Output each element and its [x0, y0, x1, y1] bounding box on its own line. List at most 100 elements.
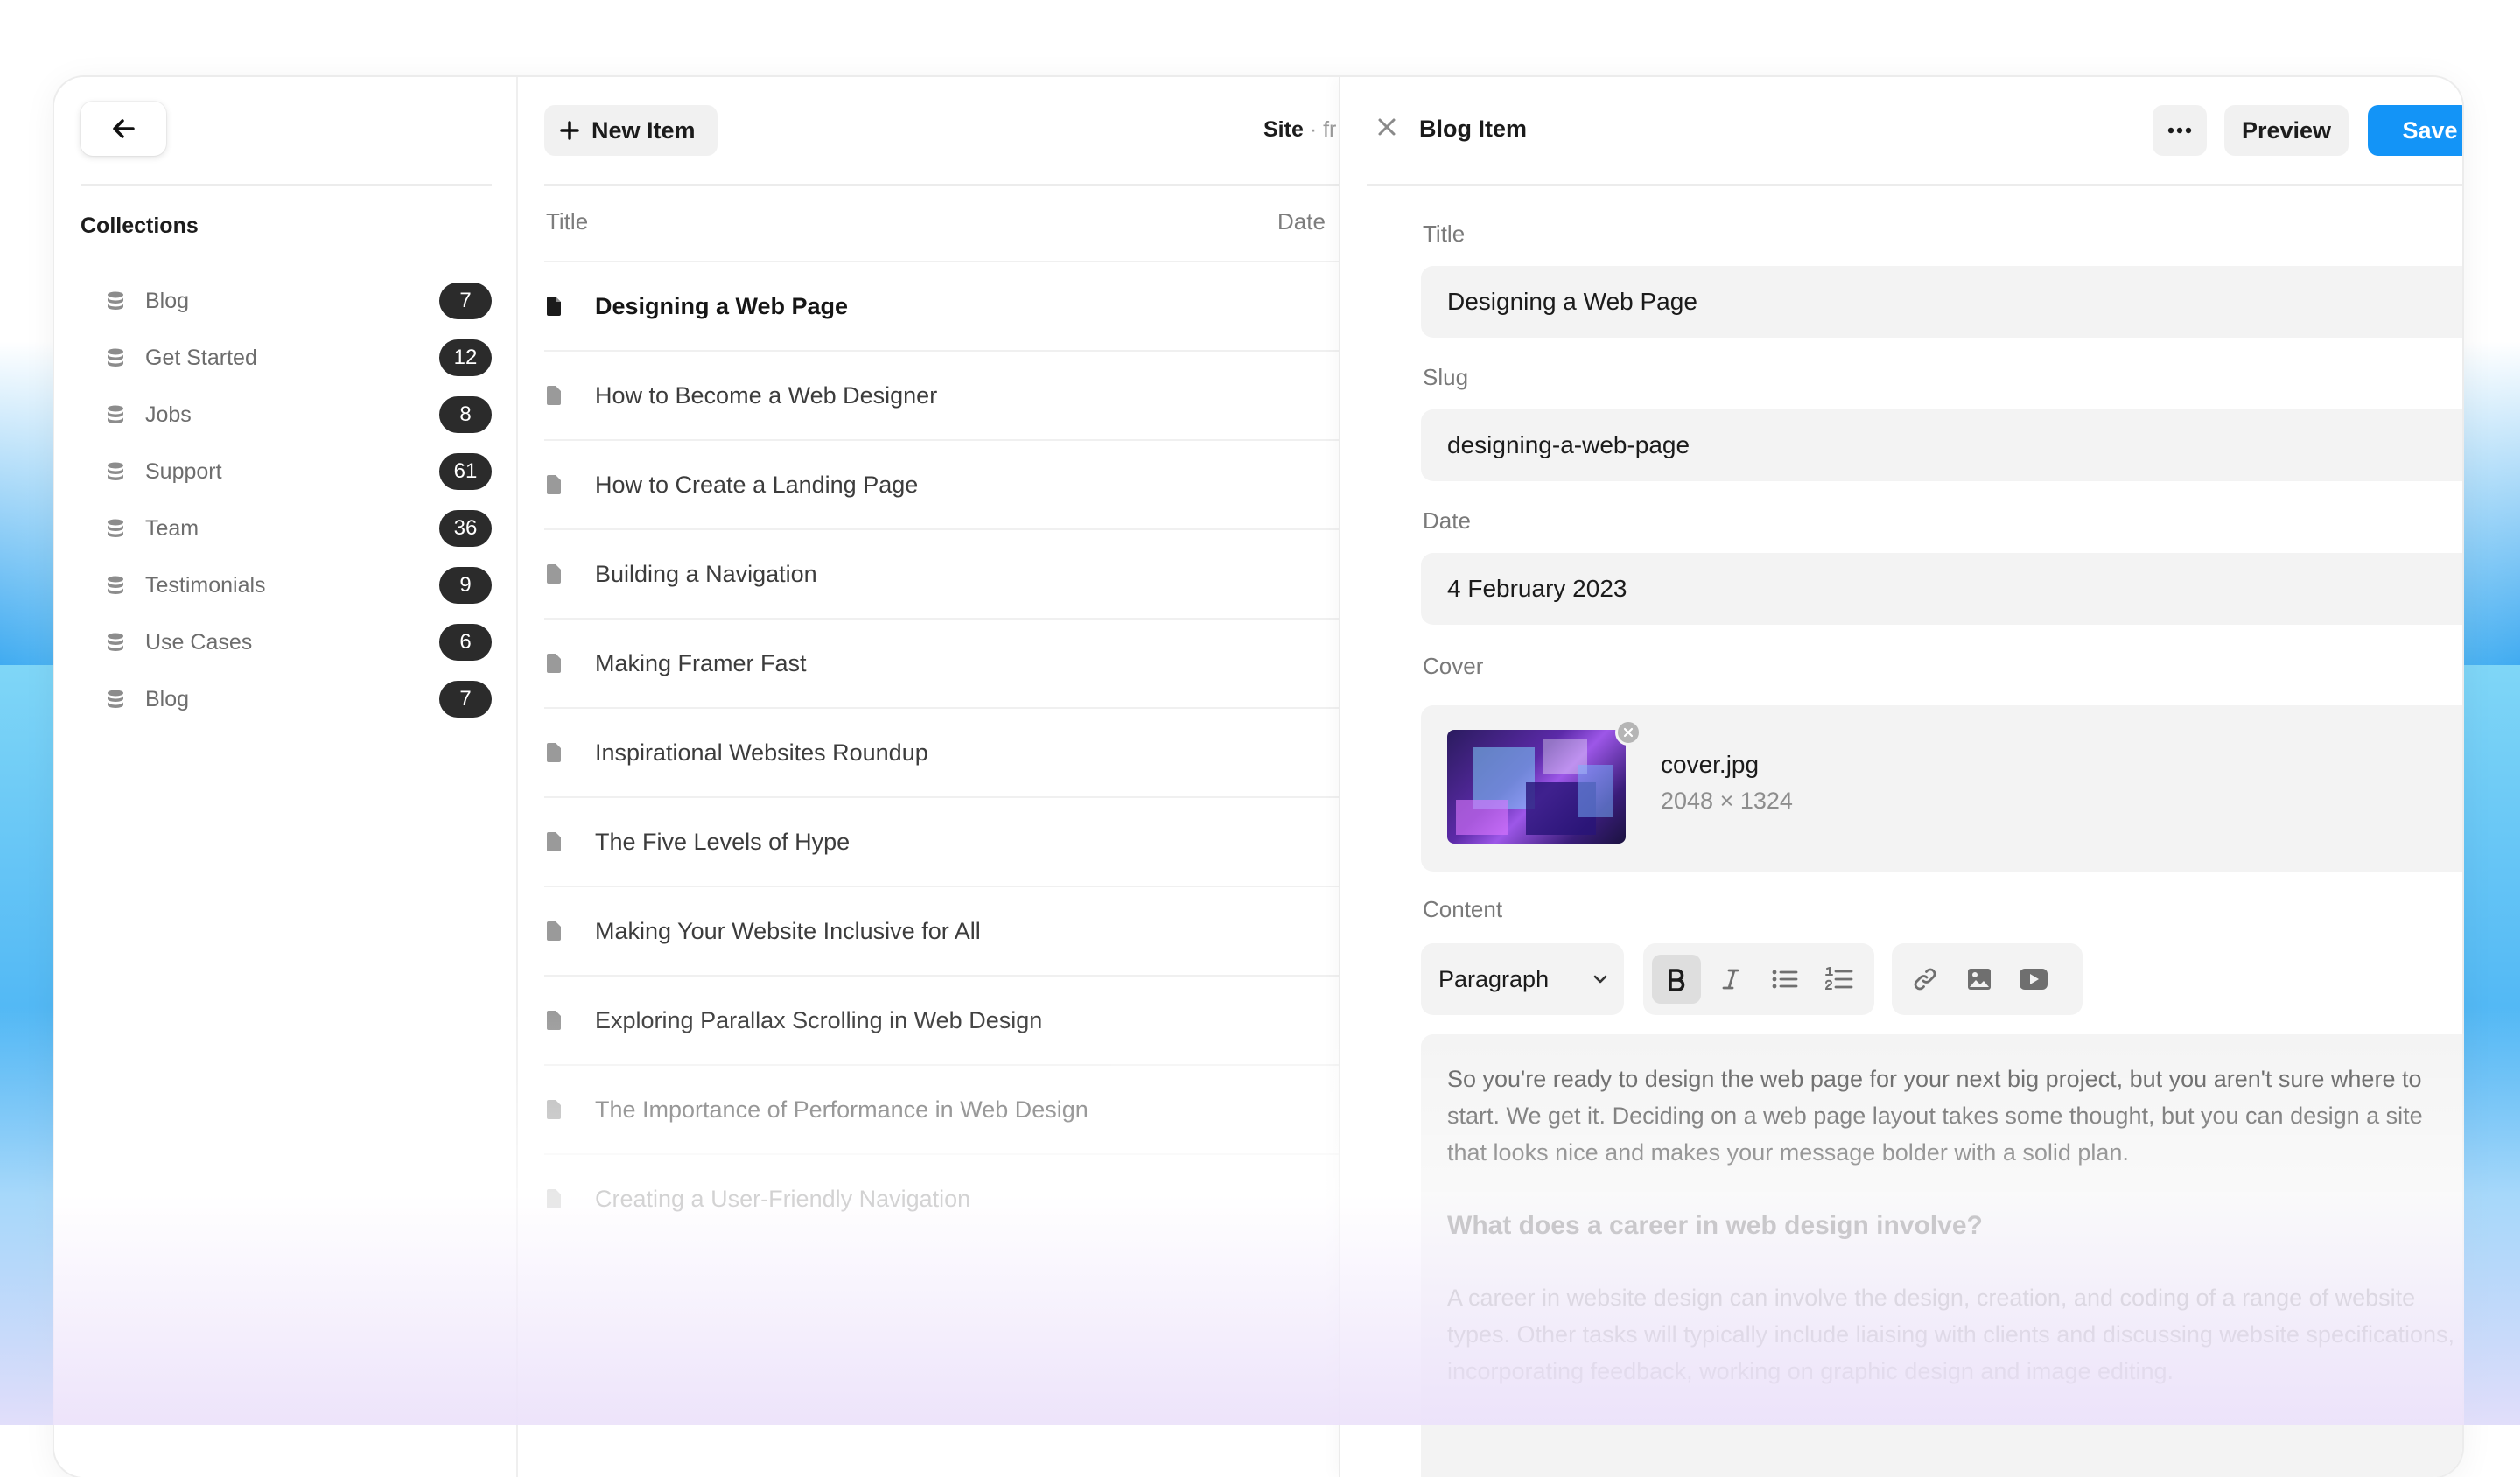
- document-icon: [546, 743, 565, 762]
- bulleted-list-icon: [1772, 970, 1798, 989]
- bulleted-list-button[interactable]: [1760, 955, 1810, 1004]
- count-badge: 9: [439, 567, 492, 604]
- site-breadcrumb[interactable]: Site · fr: [1264, 117, 1336, 143]
- row-title: How to Create a Landing Page: [595, 471, 919, 498]
- row-title: The Five Levels of Hype: [595, 828, 850, 855]
- thumb-shape: [1578, 765, 1614, 817]
- cover-dimensions: 2048 × 1324: [1661, 788, 1793, 814]
- cover-thumbnail[interactable]: [1447, 730, 1626, 844]
- title-field[interactable]: Designing a Web Page: [1421, 266, 2462, 338]
- content-paragraph: A career in website design can involve t…: [1447, 1284, 2455, 1384]
- plus-icon: [560, 121, 579, 140]
- more-options-button[interactable]: [2152, 105, 2207, 156]
- image-icon: [1968, 969, 1991, 990]
- table-row[interactable]: Making Framer Fast: [544, 618, 1390, 707]
- insert-group: [1892, 943, 2082, 1015]
- editor-title: Blog Item: [1419, 116, 1528, 142]
- cover-file-name: cover.jpg: [1661, 751, 1760, 778]
- sidebar-item-label: Testimonials: [145, 572, 266, 598]
- cover-field[interactable]: cover.jpg 2048 × 1324: [1421, 705, 2462, 872]
- row-title: How to Become a Web Designer: [595, 382, 938, 409]
- back-button[interactable]: [80, 102, 166, 156]
- collections-title: Collections: [80, 214, 199, 238]
- close-icon: [1378, 118, 1396, 136]
- content-editor[interactable]: So you're ready to design the web page f…: [1421, 1034, 2462, 1477]
- document-icon: [546, 564, 565, 584]
- sidebar-item-testimonials[interactable]: Testimonials 9: [107, 561, 492, 610]
- database-icon: [107, 462, 126, 481]
- table-row[interactable]: The Five Levels of Hype: [544, 796, 1390, 886]
- sidebar-item-get-started[interactable]: Get Started 12: [107, 333, 492, 382]
- table-row[interactable]: Inspirational Websites Roundup: [544, 707, 1390, 796]
- sidebar-item-label: Blog: [145, 288, 190, 313]
- database-icon: [107, 405, 126, 424]
- sidebar-item-label: Support: [145, 458, 222, 484]
- database-icon: [107, 519, 126, 538]
- document-icon: [546, 475, 565, 494]
- slug-label: Slug: [1423, 364, 1469, 390]
- cms-window: Collections Blog 7 Get Started 12 Jobs 8…: [54, 77, 2462, 1477]
- table-row[interactable]: Creating a User-Friendly Navigation: [544, 1153, 1390, 1242]
- sidebar-item-blog[interactable]: Blog 7: [107, 276, 492, 326]
- video-button[interactable]: [2009, 955, 2058, 1004]
- column-header-title[interactable]: Title: [546, 208, 588, 235]
- database-icon: [107, 690, 126, 709]
- link-button[interactable]: [1900, 955, 1950, 1004]
- sidebar-item-label: Get Started: [145, 345, 257, 370]
- numbered-list-icon: [1825, 967, 1853, 990]
- title-value: Designing a Web Page: [1447, 288, 1698, 315]
- table-row[interactable]: How to Become a Web Designer: [544, 350, 1390, 439]
- count-badge: 7: [439, 681, 492, 718]
- count-badge: 61: [439, 453, 492, 490]
- new-item-button[interactable]: New Item: [544, 105, 718, 156]
- sidebar-item-jobs[interactable]: Jobs 8: [107, 390, 492, 439]
- bold-button[interactable]: [1652, 955, 1701, 1004]
- items-list: New Item Site · fr Title Date Designing …: [518, 77, 1390, 1477]
- paragraph-style-select[interactable]: Paragraph: [1421, 943, 1624, 1015]
- row-title: Making Your Website Inclusive for All: [595, 917, 981, 944]
- sidebar-item-team[interactable]: Team 36: [107, 504, 492, 553]
- save-button[interactable]: Save: [2368, 105, 2462, 156]
- remove-cover-button[interactable]: [1615, 719, 1642, 746]
- table-row[interactable]: Building a Navigation: [544, 528, 1390, 618]
- preview-button[interactable]: Preview: [2224, 105, 2348, 156]
- video-icon: [2020, 969, 2048, 990]
- close-icon: [1623, 727, 1634, 738]
- sidebar-item-label: Blog: [145, 686, 190, 711]
- site-label: Site: [1264, 117, 1304, 142]
- content-heading: What does a career in web design involve…: [1447, 1211, 1983, 1240]
- table-row[interactable]: Making Your Website Inclusive for All: [544, 886, 1390, 975]
- collections-sidebar: Collections Blog 7 Get Started 12 Jobs 8…: [54, 77, 518, 1477]
- more-horizontal-icon: [2167, 127, 2192, 134]
- table-row[interactable]: Exploring Parallax Scrolling in Web Desi…: [544, 975, 1390, 1064]
- numbered-list-button[interactable]: [1815, 955, 1864, 1004]
- bold-icon: [1669, 969, 1685, 990]
- sidebar-item-use-cases[interactable]: Use Cases 6: [107, 618, 492, 667]
- count-badge: 12: [439, 340, 492, 376]
- table-row[interactable]: The Importance of Performance in Web Des…: [544, 1064, 1390, 1153]
- new-item-label: New Item: [592, 116, 696, 144]
- chevron-down-icon: [1593, 975, 1607, 984]
- thumb-shape: [1456, 800, 1508, 835]
- content-label: Content: [1423, 896, 1503, 922]
- row-title: Making Framer Fast: [595, 649, 807, 676]
- table-row[interactable]: Designing a Web Page: [544, 261, 1390, 350]
- sidebar-item-support[interactable]: Support 61: [107, 447, 492, 496]
- image-button[interactable]: [1955, 955, 2004, 1004]
- document-icon: [546, 1100, 565, 1119]
- sidebar-item-blog-2[interactable]: Blog 7: [107, 675, 492, 724]
- cover-label: Cover: [1423, 653, 1484, 679]
- row-title: Inspirational Websites Roundup: [595, 738, 928, 766]
- arrow-left-icon: [113, 119, 135, 138]
- italic-button[interactable]: [1706, 955, 1755, 1004]
- close-button[interactable]: [1377, 117, 1396, 141]
- date-field[interactable]: 4 February 2023: [1421, 553, 2462, 625]
- slug-field[interactable]: designing-a-web-page: [1421, 410, 2462, 481]
- table-row[interactable]: How to Create a Landing Page: [544, 439, 1390, 528]
- row-title: The Importance of Performance in Web Des…: [595, 1096, 1088, 1123]
- sidebar-item-label: Jobs: [145, 402, 192, 427]
- sidebar-divider: [80, 184, 492, 186]
- italic-icon: [1722, 969, 1740, 990]
- editor-divider: [1367, 184, 2462, 186]
- column-header-date[interactable]: Date: [1278, 208, 1326, 235]
